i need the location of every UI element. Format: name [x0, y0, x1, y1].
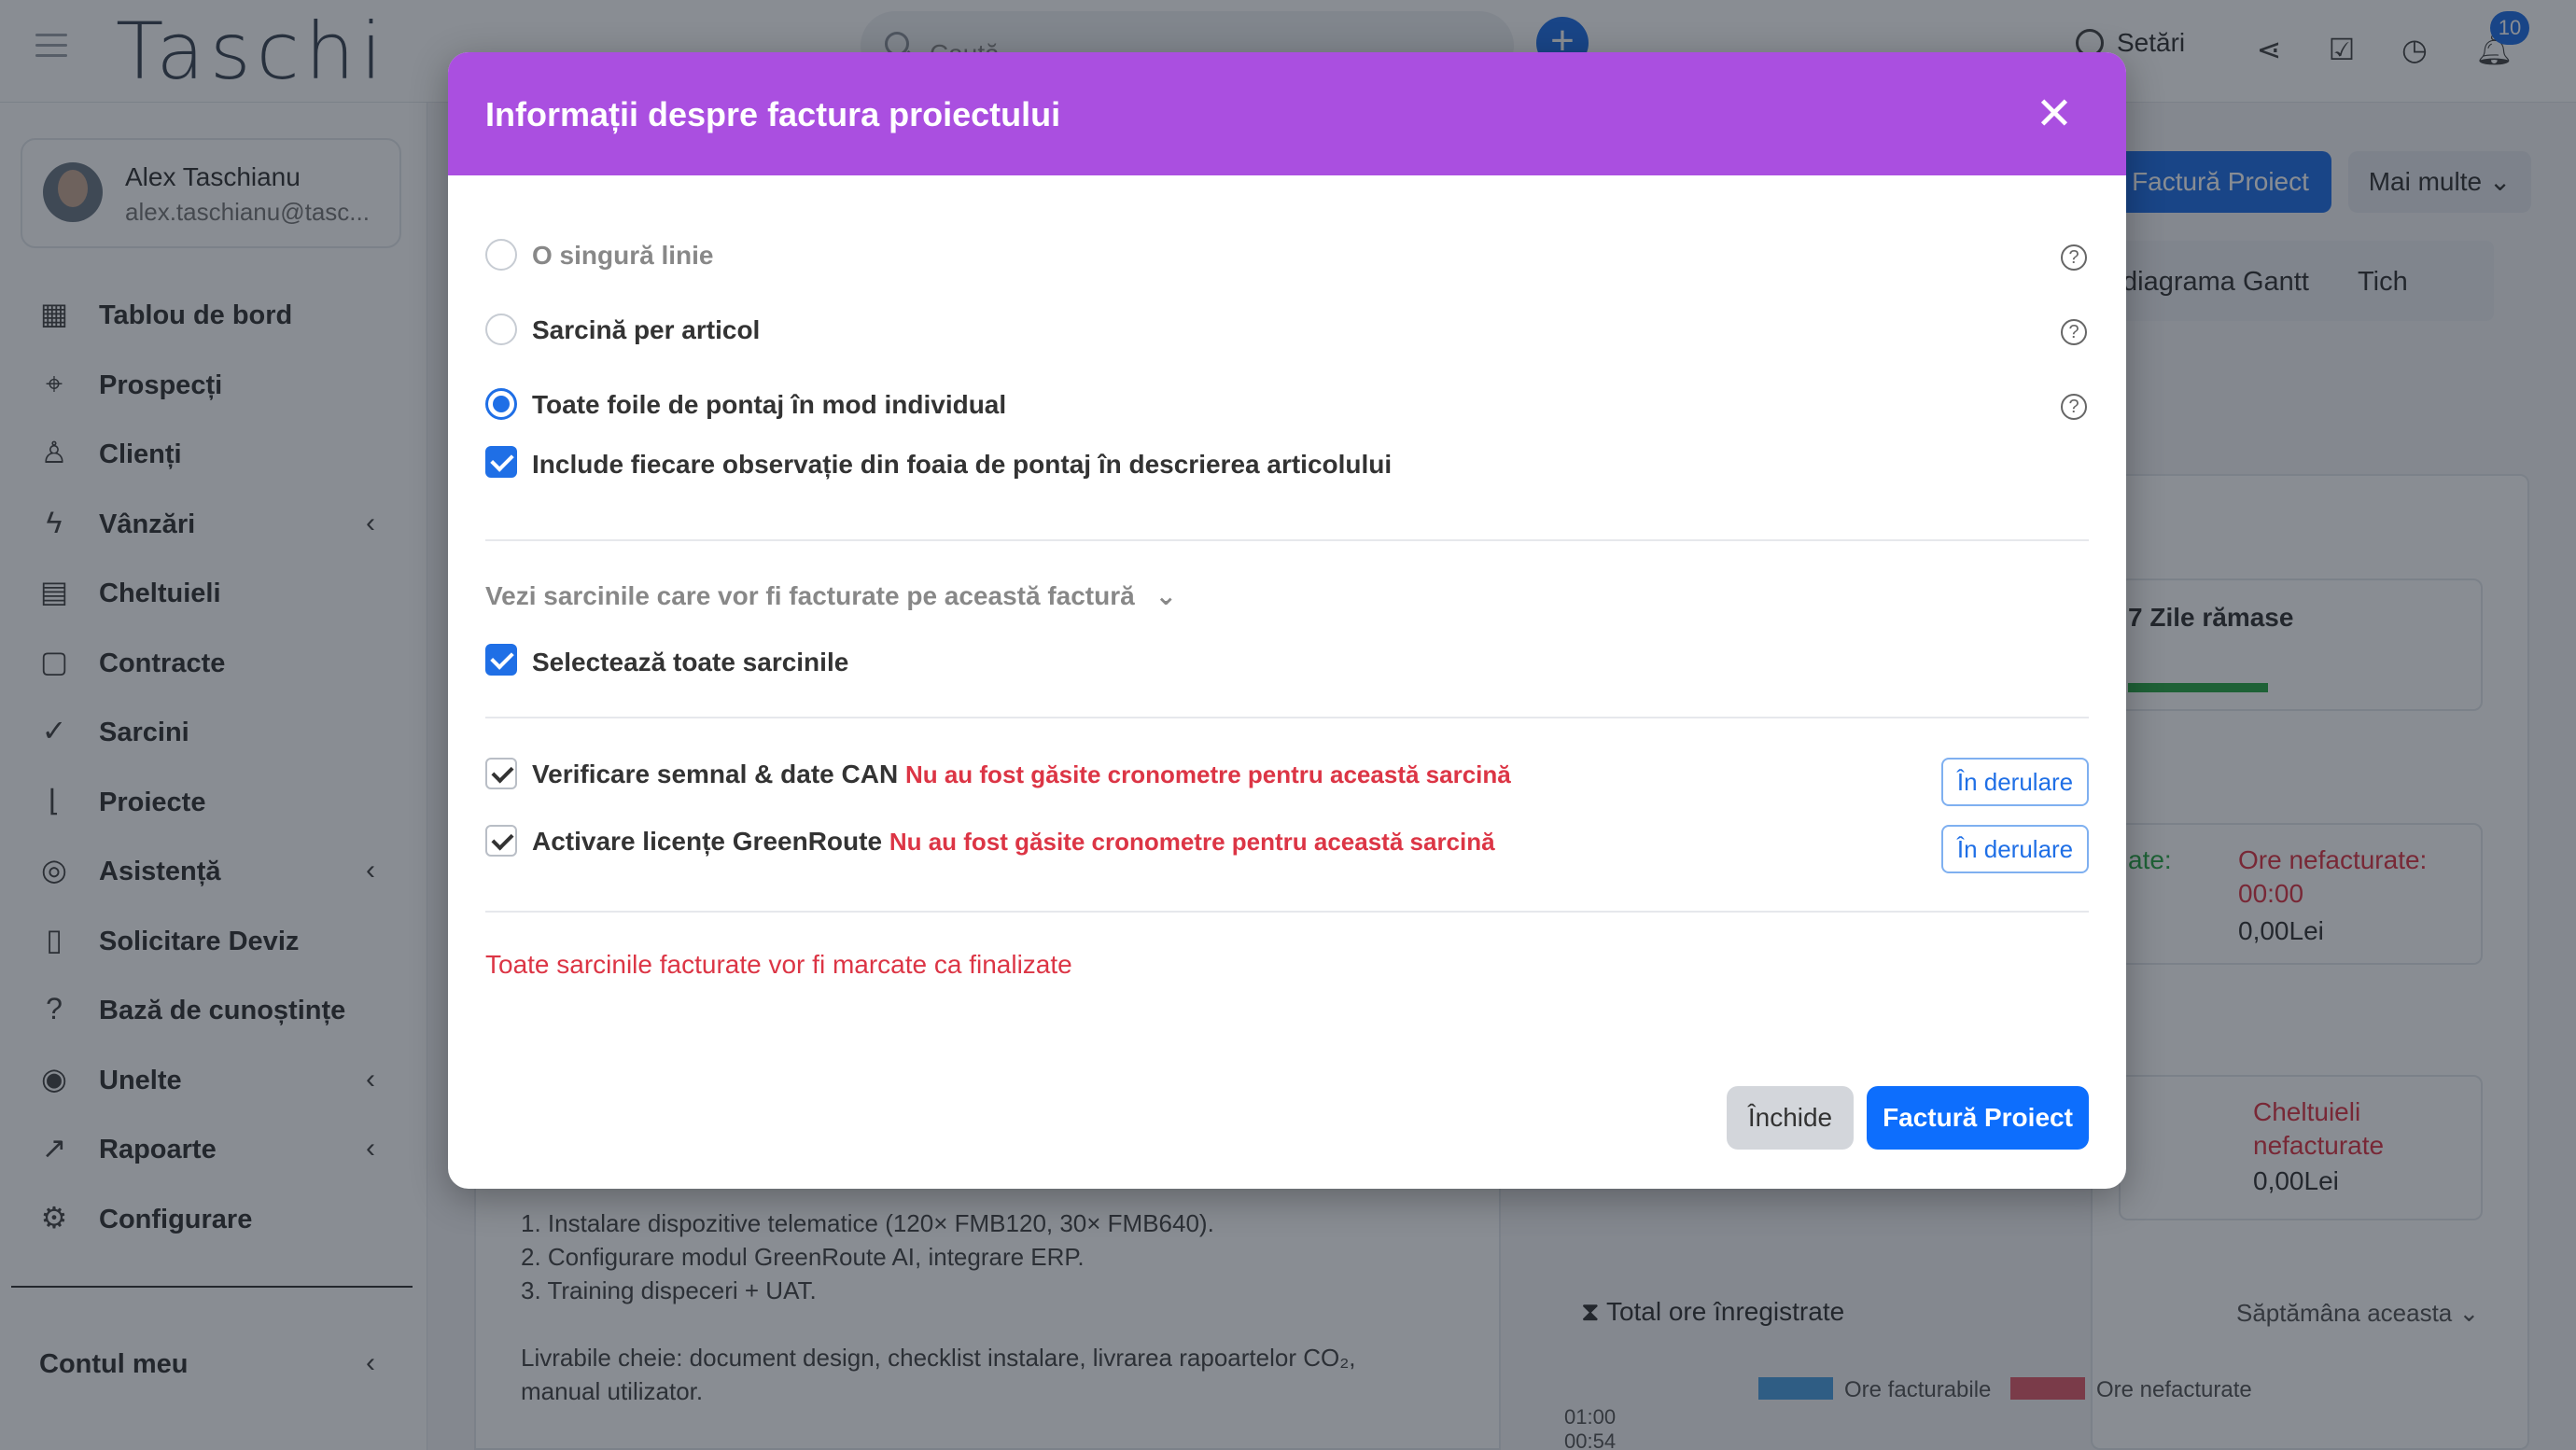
close-button[interactable]: Închide: [1727, 1086, 1854, 1150]
include-notes-label: Include fiecare observație din foaia de …: [532, 450, 1393, 479]
modal-title: Informații despre factura proiectului: [485, 95, 1061, 133]
select-all-checkbox[interactable]: [485, 644, 517, 676]
select-all-label: Selectează toate sarcinile: [532, 648, 849, 676]
option-label: Toate foile de pontaj în mod individual: [532, 390, 1007, 419]
see-tasks-toggle[interactable]: Vezi sarcinile care vor fi facturate pe …: [485, 580, 1177, 611]
include-notes-checkbox[interactable]: [485, 446, 517, 478]
modal-header: Informații despre factura proiectului ✕: [448, 52, 2126, 175]
radio-task-per-item[interactable]: [485, 314, 517, 345]
option-label: Sarcină per articol: [532, 315, 761, 344]
separator: [485, 539, 2089, 541]
task-row: Activare licențe GreenRoute Nu au fost g…: [532, 827, 1495, 857]
task-warning: Nu au fost găsite cronometre pentru acea…: [904, 760, 1511, 788]
option-label: O singură linie: [532, 241, 714, 270]
help-icon[interactable]: ?: [2061, 394, 2087, 420]
task-name: Activare licențe GreenRoute: [532, 827, 883, 856]
task-row: Verificare semnal & date CAN Nu au fost …: [532, 760, 1511, 789]
invoice-info-modal: Informații despre factura proiectului ✕ …: [448, 52, 2126, 1189]
task-warning: Nu au fost găsite cronometre pentru acea…: [889, 828, 1495, 856]
separator: [485, 717, 2089, 718]
help-icon[interactable]: ?: [2061, 244, 2087, 271]
chevron-down-icon: ⌄: [1155, 581, 1177, 610]
footer-note: Toate sarcinile facturate vor fi marcate…: [485, 950, 1072, 979]
task-checkbox[interactable]: [485, 758, 517, 789]
task-checkbox[interactable]: [485, 825, 517, 857]
radio-single-line[interactable]: [485, 239, 517, 271]
invoice-project-button[interactable]: Factură Proiect: [1867, 1086, 2089, 1150]
separator: [485, 911, 2089, 913]
radio-all-timesheets[interactable]: [485, 388, 517, 420]
task-status-badge[interactable]: În derulare: [1941, 758, 2089, 806]
task-status-badge[interactable]: În derulare: [1941, 825, 2089, 873]
see-tasks-label: Vezi sarcinile care vor fi facturate pe …: [485, 581, 1135, 610]
task-name: Verificare semnal & date CAN: [532, 760, 899, 788]
help-icon[interactable]: ?: [2061, 319, 2087, 345]
close-icon[interactable]: ✕: [2033, 92, 2076, 137]
